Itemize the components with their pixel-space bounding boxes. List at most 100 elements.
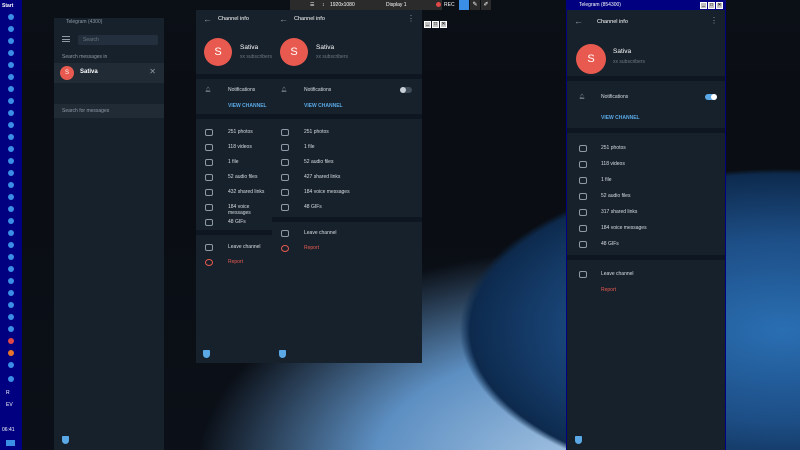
microphone-icon	[205, 204, 213, 211]
media-row-files[interactable]: 1 file	[567, 174, 725, 187]
media-label: 184 voice messages	[304, 189, 350, 195]
media-row-voice[interactable]: 184 voice messages	[272, 186, 422, 199]
edit-icon[interactable]: ✎	[470, 0, 480, 10]
taskbar-app-icon[interactable]	[8, 182, 14, 188]
divider	[196, 114, 272, 119]
media-label: 317 shared links	[601, 209, 638, 215]
media-row-audio[interactable]: 52 audio files	[567, 190, 725, 203]
media-row-files[interactable]: 1 file	[196, 156, 272, 169]
media-row-photos[interactable]: 251 photos	[196, 126, 272, 139]
record-icon[interactable]	[436, 2, 441, 7]
report-row[interactable]: Report	[272, 242, 422, 255]
notifications-toggle[interactable]	[400, 87, 412, 93]
view-channel-link[interactable]: VIEW CHANNEL	[601, 115, 640, 121]
notifications-row[interactable]: 🔔︎ Notifications	[272, 84, 422, 97]
toolbar-button[interactable]	[459, 0, 469, 10]
back-arrow-icon[interactable]: ←	[279, 15, 288, 24]
leave-channel-row[interactable]: Leave channel	[272, 227, 422, 240]
taskbar-app-icon[interactable]	[8, 376, 14, 382]
back-arrow-icon[interactable]: ←	[574, 17, 583, 26]
media-row-links[interactable]: 432 shared links	[196, 186, 272, 199]
start-button[interactable]: Start	[2, 3, 13, 9]
report-row[interactable]: Report	[196, 256, 272, 269]
taskbar-app-icon[interactable]	[8, 254, 14, 260]
taskbar-app-icon[interactable]	[8, 170, 14, 176]
leave-channel-row[interactable]: Leave channel	[567, 268, 725, 281]
more-options-icon[interactable]: ⋮	[407, 14, 415, 23]
taskbar-app-icon[interactable]	[8, 110, 14, 116]
search-for-messages[interactable]: Search for messages	[54, 104, 164, 118]
report-row[interactable]: Report	[567, 284, 725, 297]
media-label: 427 shared links	[304, 174, 341, 180]
leave-icon	[579, 271, 587, 278]
taskbar-app-icon[interactable]	[8, 206, 14, 212]
media-row-files[interactable]: 1 file	[272, 141, 422, 154]
media-row-links[interactable]: 317 shared links	[567, 206, 725, 219]
media-row-photos[interactable]: 251 photos	[567, 142, 725, 155]
back-arrow-icon[interactable]: ←	[203, 15, 212, 24]
chat-row[interactable]: S Sativa ✕	[54, 63, 164, 83]
close-icon[interactable]: ✕	[149, 67, 156, 76]
media-row-links[interactable]: 427 shared links	[272, 171, 422, 184]
search-input[interactable]: Search	[78, 35, 158, 45]
taskbar-app-icon[interactable]	[8, 122, 14, 128]
taskbar-app-icon[interactable]	[8, 230, 14, 236]
notifications-toggle[interactable]	[705, 94, 717, 100]
media-row-audio[interactable]: 52 audio files	[272, 156, 422, 169]
taskbar-app-icon[interactable]	[8, 38, 14, 44]
media-row-voice[interactable]: 184 voice messages	[196, 201, 272, 216]
taskbar-app-icon[interactable]	[8, 194, 14, 200]
menu-icon[interactable]	[62, 36, 70, 42]
panel-header: ← Channel info	[196, 10, 272, 30]
media-row-voice[interactable]: 184 voice messages	[567, 222, 725, 235]
taskbar-app-icon[interactable]	[8, 86, 14, 92]
firefox-icon[interactable]	[8, 350, 14, 356]
media-label: 251 photos	[228, 129, 253, 135]
telegram-window: Telegram (854300) _ □ ✕ ← Channel info ⋮…	[566, 0, 726, 450]
notifications-row[interactable]: 🔔︎ Notifications	[196, 84, 272, 97]
media-label: 52 audio files	[601, 193, 631, 199]
record-label: REC	[444, 2, 455, 8]
taskbar-app-icon[interactable]	[8, 338, 14, 344]
close-button[interactable]: ✕	[440, 21, 447, 28]
media-row-gifs[interactable]: 48 GIFs	[272, 201, 422, 214]
taskbar-app-icon[interactable]	[8, 266, 14, 272]
maximize-button[interactable]: □	[708, 2, 715, 9]
menu-icon[interactable]: ☰	[310, 0, 314, 10]
link-icon	[579, 209, 587, 216]
taskbar-app-icon[interactable]	[8, 158, 14, 164]
close-button[interactable]: ✕	[716, 2, 723, 9]
taskbar-app-icon[interactable]	[8, 290, 14, 296]
taskbar-app-icon[interactable]	[8, 74, 14, 80]
taskbar-app-icon[interactable]	[8, 278, 14, 284]
taskbar-app-icon[interactable]	[8, 362, 14, 368]
taskbar-app-icon[interactable]	[8, 326, 14, 332]
more-options-icon[interactable]: ⋮	[710, 16, 718, 25]
leave-channel-row[interactable]: Leave channel	[196, 241, 272, 254]
taskbar-app-icon[interactable]	[8, 134, 14, 140]
taskbar-app-icon[interactable]	[8, 242, 14, 248]
taskbar-app-icon[interactable]	[8, 218, 14, 224]
media-row-audio[interactable]: 52 audio files	[196, 171, 272, 184]
media-row-videos[interactable]: 118 videos	[567, 158, 725, 171]
media-row-videos[interactable]: 118 videos	[196, 141, 272, 154]
taskbar-app-icon[interactable]	[8, 26, 14, 32]
minimize-button[interactable]: _	[424, 21, 431, 28]
media-row-gifs[interactable]: 48 GIFs	[196, 216, 272, 229]
notifications-row[interactable]: 🔔︎ Notifications	[567, 91, 725, 104]
media-row-photos[interactable]: 251 photos	[272, 126, 422, 139]
minimize-button[interactable]: _	[700, 2, 707, 9]
taskbar-app-icon[interactable]	[8, 62, 14, 68]
media-row-gifs[interactable]: 48 GIFs	[567, 238, 725, 251]
maximize-button[interactable]: □	[432, 21, 439, 28]
taskbar-app-icon[interactable]	[8, 50, 14, 56]
taskbar-app-icon[interactable]	[8, 14, 14, 20]
taskbar-app-icon[interactable]	[8, 314, 14, 320]
taskbar-app-icon[interactable]	[8, 98, 14, 104]
show-desktop-icon[interactable]	[6, 440, 15, 446]
view-channel-link[interactable]: VIEW CHANNEL	[304, 103, 343, 109]
view-channel-link[interactable]: VIEW CHANNEL	[228, 103, 267, 109]
taskbar-app-icon[interactable]	[8, 302, 14, 308]
taskbar-app-icon[interactable]	[8, 146, 14, 152]
pen-icon[interactable]: ✐	[481, 0, 491, 10]
